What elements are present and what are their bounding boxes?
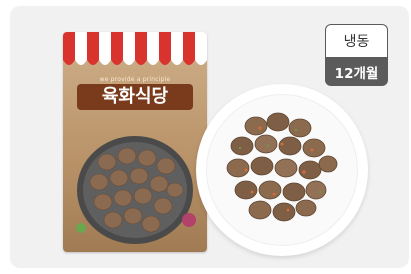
pan-with-meatballs bbox=[76, 136, 196, 244]
shelf-life-badge: 12개월 bbox=[325, 57, 388, 86]
meatballs-on-plate bbox=[226, 112, 338, 222]
storage-type-badge: 냉동 bbox=[325, 24, 388, 57]
product-package-image: we provide a principle 육화식당 bbox=[63, 32, 207, 252]
package-brand-title: 육화식당 bbox=[77, 84, 193, 110]
plate-image bbox=[196, 84, 368, 256]
package-subtitle: we provide a principle bbox=[99, 76, 171, 83]
package-description-line bbox=[93, 116, 179, 124]
awning-stripes bbox=[63, 32, 207, 65]
product-card[interactable]: we provide a principle 육화식당 냉동 12개월 bbox=[10, 6, 409, 268]
product-info-badge: 냉동 12개월 bbox=[325, 24, 388, 86]
